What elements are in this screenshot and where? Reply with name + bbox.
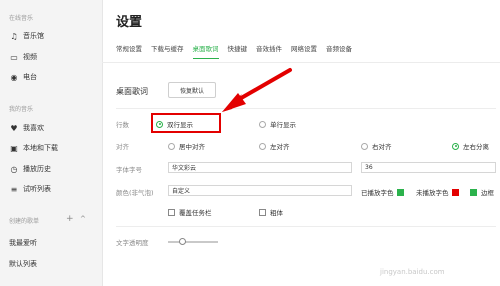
watermark: jingyan.baidu.com (380, 268, 445, 276)
annotation-arrow-icon (222, 68, 292, 112)
